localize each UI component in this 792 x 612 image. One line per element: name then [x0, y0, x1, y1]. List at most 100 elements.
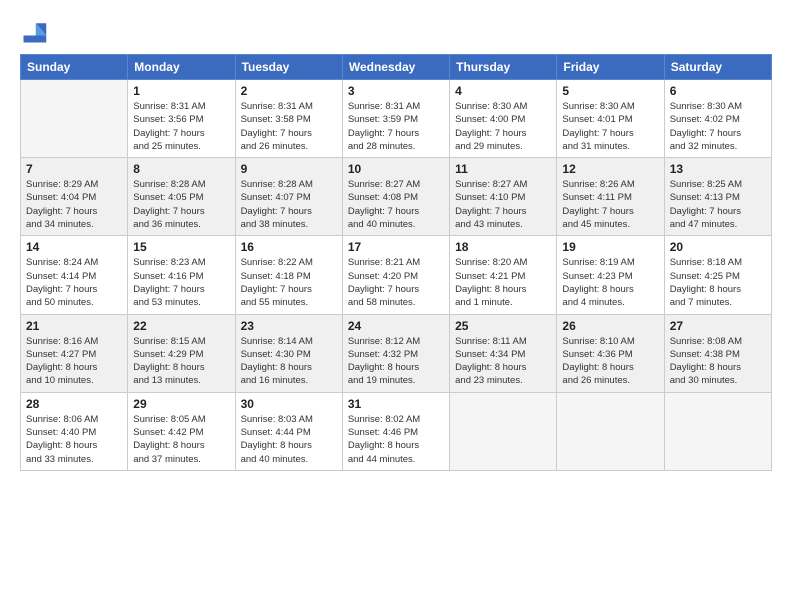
calendar-cell: 8Sunrise: 8:28 AMSunset: 4:05 PMDaylight… — [128, 158, 235, 236]
day-number: 21 — [26, 319, 122, 333]
cell-line: Sunset: 4:21 PM — [455, 270, 551, 283]
cell-line: and 28 minutes. — [348, 140, 444, 153]
cell-line: Sunset: 4:05 PM — [133, 191, 229, 204]
calendar-cell: 13Sunrise: 8:25 AMSunset: 4:13 PMDayligh… — [664, 158, 771, 236]
cell-line: Sunset: 4:18 PM — [241, 270, 337, 283]
calendar-table: SundayMondayTuesdayWednesdayThursdayFrid… — [20, 54, 772, 471]
day-number: 1 — [133, 84, 229, 98]
day-number: 19 — [562, 240, 658, 254]
day-number: 30 — [241, 397, 337, 411]
cell-line: Daylight: 8 hours — [455, 283, 551, 296]
day-number: 13 — [670, 162, 766, 176]
cell-line: and 36 minutes. — [133, 218, 229, 231]
cell-line: and 1 minute. — [455, 296, 551, 309]
cell-line: Sunrise: 8:14 AM — [241, 335, 337, 348]
day-number: 14 — [26, 240, 122, 254]
cell-line: and 26 minutes. — [562, 374, 658, 387]
cell-line: Sunset: 4:20 PM — [348, 270, 444, 283]
cell-line: Sunset: 4:34 PM — [455, 348, 551, 361]
cell-line: Sunrise: 8:23 AM — [133, 256, 229, 269]
header — [20, 18, 772, 46]
cell-line: and 29 minutes. — [455, 140, 551, 153]
cell-line: and 23 minutes. — [455, 374, 551, 387]
cell-line: Sunset: 4:01 PM — [562, 113, 658, 126]
cell-line: Sunset: 4:14 PM — [26, 270, 122, 283]
day-number: 6 — [670, 84, 766, 98]
calendar-cell: 25Sunrise: 8:11 AMSunset: 4:34 PMDayligh… — [450, 314, 557, 392]
cell-line: Sunrise: 8:28 AM — [241, 178, 337, 191]
cell-line: Sunrise: 8:30 AM — [670, 100, 766, 113]
cell-line: Sunrise: 8:28 AM — [133, 178, 229, 191]
cell-line: Daylight: 7 hours — [562, 205, 658, 218]
cell-line: Sunset: 4:11 PM — [562, 191, 658, 204]
cell-line: and 26 minutes. — [241, 140, 337, 153]
cell-line: Sunrise: 8:16 AM — [26, 335, 122, 348]
cell-line: Sunset: 4:27 PM — [26, 348, 122, 361]
week-row-2: 7 Sunrise: 8:29 AMSunset: 4:04 PM Daylight… — [21, 158, 772, 236]
cell-line: and 45 minutes. — [562, 218, 658, 231]
cell-line: Sunrise: 8:18 AM — [670, 256, 766, 269]
cell-line: Sunrise: 8:11 AM — [455, 335, 551, 348]
cell-line: Sunset: 4:38 PM — [670, 348, 766, 361]
cell-line: Sunset: 4:16 PM — [133, 270, 229, 283]
cell-line: Sunrise: 8:30 AM — [562, 100, 658, 113]
calendar-cell: 17Sunrise: 8:21 AMSunset: 4:20 PMDayligh… — [342, 236, 449, 314]
cell-line: Daylight: 8 hours — [241, 361, 337, 374]
day-header-wednesday: Wednesday — [342, 55, 449, 80]
cell-line: and 43 minutes. — [455, 218, 551, 231]
day-number: 4 — [455, 84, 551, 98]
cell-line: Sunrise: 8:26 AM — [562, 178, 658, 191]
cell-line: and 7 minutes. — [670, 296, 766, 309]
cell-line: Sunrise: 8:20 AM — [455, 256, 551, 269]
day-number: 7 — [26, 162, 122, 176]
calendar-cell — [450, 392, 557, 470]
cell-line: Sunrise: 8:06 AM — [26, 413, 122, 426]
calendar-cell: 23Sunrise: 8:14 AMSunset: 4:30 PMDayligh… — [235, 314, 342, 392]
cell-line: and 34 minutes. — [26, 218, 122, 231]
cell-line: Sunset: 4:04 PM — [26, 191, 122, 204]
calendar-cell — [21, 80, 128, 158]
cell-line: Daylight: 7 hours — [241, 283, 337, 296]
day-number: 10 — [348, 162, 444, 176]
cell-line: Sunrise: 8:22 AM — [241, 256, 337, 269]
cell-line: Sunrise: 8:05 AM — [133, 413, 229, 426]
calendar-cell: 30Sunrise: 8:03 AMSunset: 4:44 PMDayligh… — [235, 392, 342, 470]
cell-line: and 58 minutes. — [348, 296, 444, 309]
cell-line: and 47 minutes. — [670, 218, 766, 231]
cell-line: Sunrise: 8:30 AM — [455, 100, 551, 113]
cell-line: and 50 minutes. — [26, 296, 122, 309]
cell-line: Daylight: 7 hours — [348, 127, 444, 140]
cell-line: Daylight: 8 hours — [133, 361, 229, 374]
day-number: 20 — [670, 240, 766, 254]
calendar-cell: 21Sunrise: 8:16 AMSunset: 4:27 PMDayligh… — [21, 314, 128, 392]
cell-line: Sunset: 4:13 PM — [670, 191, 766, 204]
calendar-cell: 7Sunrise: 8:29 AMSunset: 4:04 PMDaylight… — [21, 158, 128, 236]
calendar-cell: 20Sunrise: 8:18 AMSunset: 4:25 PMDayligh… — [664, 236, 771, 314]
day-number: 29 — [133, 397, 229, 411]
cell-line: and 55 minutes. — [241, 296, 337, 309]
cell-line: Sunset: 4:44 PM — [241, 426, 337, 439]
cell-line: and 13 minutes. — [133, 374, 229, 387]
calendar-cell: 11Sunrise: 8:27 AMSunset: 4:10 PMDayligh… — [450, 158, 557, 236]
cell-line: Sunrise: 8:21 AM — [348, 256, 444, 269]
cell-line: Daylight: 7 hours — [241, 127, 337, 140]
cell-line: and 32 minutes. — [670, 140, 766, 153]
cell-line: Sunrise: 8:27 AM — [455, 178, 551, 191]
cell-line: Daylight: 7 hours — [133, 283, 229, 296]
day-header-saturday: Saturday — [664, 55, 771, 80]
day-number: 11 — [455, 162, 551, 176]
cell-line: Sunset: 4:25 PM — [670, 270, 766, 283]
cell-line: Daylight: 8 hours — [562, 361, 658, 374]
page: SundayMondayTuesdayWednesdayThursdayFrid… — [0, 0, 792, 481]
cell-line: Sunrise: 8:12 AM — [348, 335, 444, 348]
cell-line: Daylight: 8 hours — [26, 439, 122, 452]
calendar-cell — [557, 392, 664, 470]
calendar-cell: 22Sunrise: 8:15 AMSunset: 4:29 PMDayligh… — [128, 314, 235, 392]
calendar-cell: 10Sunrise: 8:27 AMSunset: 4:08 PMDayligh… — [342, 158, 449, 236]
calendar-cell: 2Sunrise: 8:31 AMSunset: 3:58 PMDaylight… — [235, 80, 342, 158]
day-number: 23 — [241, 319, 337, 333]
cell-line: Sunset: 4:23 PM — [562, 270, 658, 283]
day-number: 3 — [348, 84, 444, 98]
cell-line: Sunrise: 8:19 AM — [562, 256, 658, 269]
cell-line: Sunrise: 8:29 AM — [26, 178, 122, 191]
